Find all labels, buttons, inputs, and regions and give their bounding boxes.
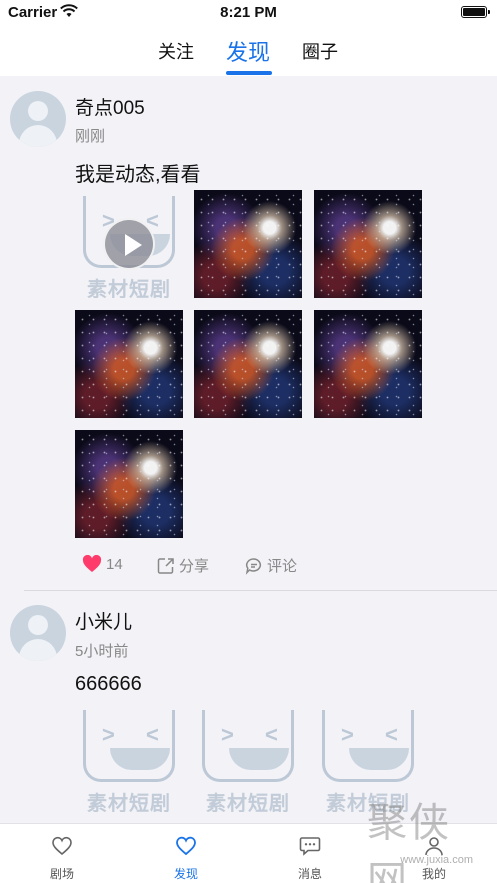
post-card: 小米儿 5小时前 666666 > < 素材短剧 > < 素材短剧 > < 素材… bbox=[0, 591, 497, 823]
post-content: 我是动态,看看 bbox=[75, 164, 201, 186]
heart-outline-icon bbox=[52, 836, 72, 856]
video-thumbnail[interactable]: > < 素材短剧 bbox=[75, 190, 183, 298]
share-label: 分享 bbox=[179, 558, 210, 575]
post-image[interactable] bbox=[194, 190, 302, 298]
comment-icon bbox=[245, 558, 262, 575]
chat-bubble-icon bbox=[299, 837, 321, 856]
clock: 8:21 PM bbox=[220, 4, 277, 21]
top-tab-bar: 关注 发现 圈子 bbox=[0, 26, 497, 76]
placeholder-text: 素材短剧 bbox=[87, 793, 171, 812]
comment-button[interactable]: 评论 bbox=[245, 555, 297, 576]
watermark-text: 聚侠网 bbox=[367, 800, 451, 883]
post-timestamp: 5小时前 bbox=[75, 643, 129, 660]
share-icon bbox=[157, 558, 174, 574]
tab-discover[interactable]: 发现 bbox=[226, 35, 270, 67]
nav-label: 消息 bbox=[297, 867, 322, 881]
placeholder-image[interactable]: > < 素材短剧 bbox=[194, 704, 302, 812]
post-card: 奇点005 刚刚 我是动态,看看 > < 素材短剧 14 分享 评论 bbox=[0, 76, 497, 591]
like-button[interactable]: 14 bbox=[82, 554, 123, 573]
post-image[interactable] bbox=[75, 430, 183, 538]
status-bar: Carrier 8:21 PM bbox=[0, 0, 497, 26]
post-image[interactable] bbox=[194, 310, 302, 418]
avatar[interactable] bbox=[10, 605, 66, 661]
placeholder-face-icon: > < bbox=[83, 710, 175, 782]
placeholder-text: 素材短剧 bbox=[87, 279, 171, 298]
placeholder-text: 素材短剧 bbox=[206, 793, 290, 812]
post-timestamp: 刚刚 bbox=[75, 128, 106, 145]
heart-filled-icon bbox=[82, 554, 102, 572]
comment-label: 评论 bbox=[267, 558, 298, 575]
post-image[interactable] bbox=[314, 310, 422, 418]
share-button[interactable]: 分享 bbox=[157, 555, 209, 576]
like-count: 14 bbox=[106, 556, 123, 573]
post-image[interactable] bbox=[75, 310, 183, 418]
tab-follow[interactable]: 关注 bbox=[158, 38, 194, 64]
nav-messages[interactable]: 消息 bbox=[248, 824, 372, 883]
tab-circle[interactable]: 圈子 bbox=[302, 38, 338, 64]
watermark-url: www.juxia.com bbox=[400, 854, 473, 866]
avatar[interactable] bbox=[10, 91, 66, 147]
post-content: 666666 bbox=[75, 673, 142, 695]
heart-outline-icon bbox=[176, 836, 196, 856]
post-username[interactable]: 奇点005 bbox=[75, 93, 145, 120]
placeholder-image[interactable]: > < 素材短剧 bbox=[75, 704, 183, 812]
placeholder-face-icon: > < bbox=[322, 710, 414, 782]
nav-discover[interactable]: 发现 bbox=[124, 824, 248, 883]
active-tab-indicator bbox=[226, 71, 272, 75]
post-image[interactable] bbox=[314, 190, 422, 298]
post-username[interactable]: 小米儿 bbox=[75, 607, 132, 634]
nav-label: 发现 bbox=[173, 867, 198, 881]
placeholder-face-icon: > < bbox=[202, 710, 294, 782]
battery-icon bbox=[461, 6, 490, 18]
site-watermark: 聚侠网 www.juxia.com bbox=[367, 790, 487, 883]
play-icon[interactable] bbox=[103, 218, 155, 270]
nav-label: 剧场 bbox=[49, 867, 74, 881]
feed-list[interactable]: 奇点005 刚刚 我是动态,看看 > < 素材短剧 14 分享 评论 小米儿 5… bbox=[0, 76, 497, 823]
nav-theater[interactable]: 剧场 bbox=[0, 824, 124, 883]
